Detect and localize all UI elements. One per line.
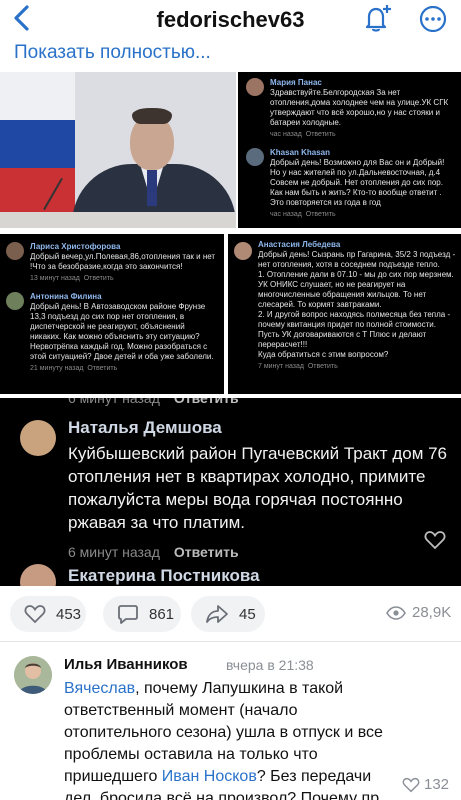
comment-screenshot-3: Анастасия Лебедева Добрый день! Сызрань … [228,234,461,394]
heart-icon [402,777,420,792]
avatar [6,242,24,260]
comment-like-button[interactable]: 132 [402,776,449,793]
like-button[interactable]: 453 [10,596,86,632]
comments-button[interactable]: 861 [103,596,181,632]
comment-icon [118,605,138,624]
comment-screenshot-1: Мария Панас Здравствуйте.Белгородская За… [238,72,461,228]
screenshot-comment-large: Наталья Демшова Куйбышевский район Пугач… [68,418,448,560]
comment-screenshot-4: 6 минут назад Ответить Наталья Демшова Ку… [0,398,461,586]
comment-count: 861 [149,605,175,623]
views-counter: 28,9K [386,604,451,621]
comment-like-count: 132 [424,776,450,793]
russian-flag [0,72,75,228]
screenshot-comment: Лариса Христофорова Добрый вечер,ул.Поле… [30,242,216,282]
divider [0,641,461,642]
more-options-icon[interactable] [416,6,450,32]
screenshot-comment: Мария Панас Здравствуйте.Белгородская За… [270,78,449,138]
mention-link[interactable]: Иван Носков [162,768,257,785]
show-more-link[interactable]: Показать полностью... [14,42,211,64]
heart-icon [24,605,46,624]
comment-time: вчера в 21:38 [226,657,314,673]
share-button[interactable]: 45 [191,596,265,632]
avatar [20,564,56,586]
eye-icon [386,605,406,620]
avatar-photo [14,656,52,694]
screenshot-comment: Антонина Филина Добрый день! В Автозавод… [30,292,214,372]
official-photo [0,72,236,228]
avatar [234,242,252,260]
post-image-collage[interactable]: Мария Панас Здравствуйте.Белгородская За… [0,72,461,586]
share-count: 45 [239,605,256,623]
subscribe-bell-icon[interactable] [360,3,394,35]
comment-author[interactable]: Илья Иванников [64,656,188,673]
share-icon [206,605,228,623]
comment-text: Вячеслав, почему Лапушкина в такой ответ… [64,680,393,800]
commenter-avatar[interactable] [14,656,52,694]
comment-screenshot-2: Лариса Христофорова Добрый вечер,ул.Поле… [0,234,224,394]
like-count: 453 [56,605,82,623]
mention-link[interactable]: Вячеслав [64,680,135,697]
top-bar: fedorischev63 [0,0,461,38]
screenshot-comment: Анастасия Лебедева Добрый день! Сызрань … [258,240,456,370]
screenshot-comment: Khasan Khasan Добрый день! Возможно для … [270,148,445,218]
heart-icon [424,531,446,550]
avatar [6,292,24,310]
screenshot-comment-name: Екатерина Постникова [68,566,260,585]
partial-meta: 6 минут назад Ответить [68,398,239,406]
avatar [246,78,264,96]
views-count: 28,9K [412,604,452,621]
avatar [20,420,56,456]
avatar [246,148,264,166]
